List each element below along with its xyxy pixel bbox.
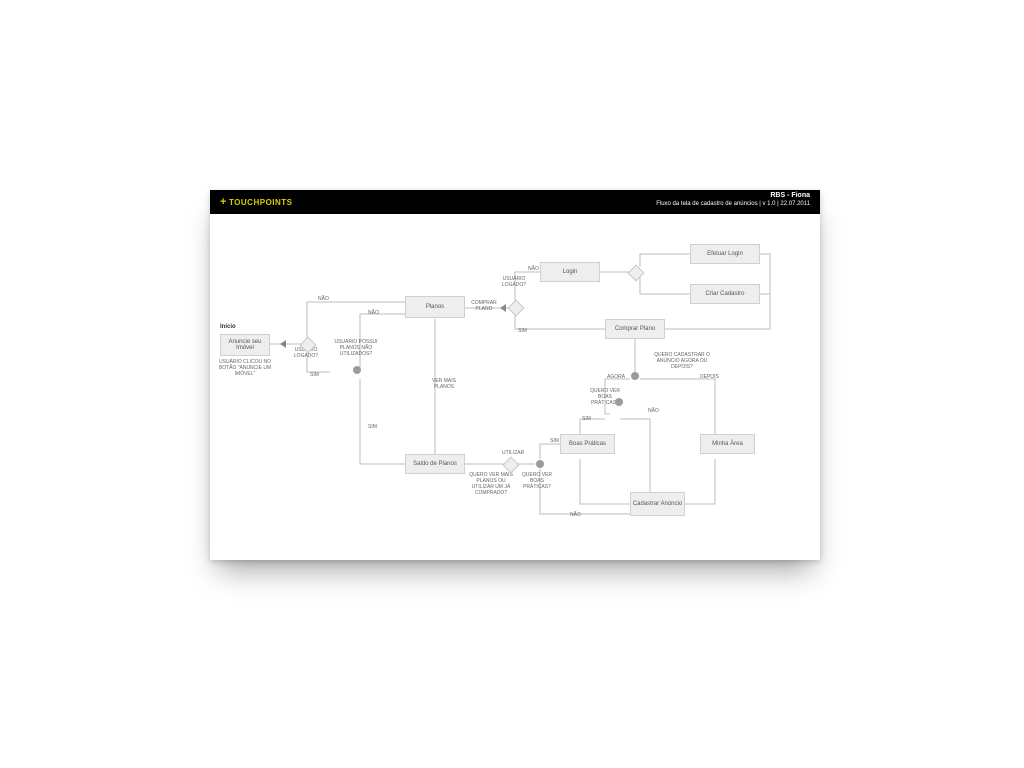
project-title: RBS - Fiona <box>656 192 810 200</box>
label-ver-mais-planos: VER MAIS PLANOS <box>428 378 460 390</box>
label-nao2: NÃO <box>368 310 379 316</box>
node-anuncie-imovel: Anuncie seu Imóvel <box>220 334 270 356</box>
label-sim4: SIM <box>582 416 591 422</box>
node-text: Minha Área <box>712 441 743 447</box>
node-criar-cadastro: Criar Cadastro <box>690 284 760 304</box>
node-text: Boas Práticas <box>569 441 606 447</box>
label-nao5: NÃO <box>570 512 581 518</box>
label-sim: SIM <box>310 372 319 378</box>
label-q-boas2: QUERO VER BOAS PRÁTICAS? <box>520 472 554 490</box>
junction-dot-cadastrar <box>631 372 639 380</box>
node-text: Criar Cadastro <box>705 291 744 297</box>
document-page: + TOUCHPOINTS RBS - Fiona Fluxo da tela … <box>210 190 820 560</box>
node-saldo-planos: Saldo de Planos <box>405 454 465 474</box>
header-meta: RBS - Fiona Fluxo da tela de cadastro de… <box>656 192 810 208</box>
brand-logo: + TOUCHPOINTS <box>220 190 293 214</box>
node-text: Login <box>563 269 578 275</box>
label-depois: DEPOIS <box>700 374 719 380</box>
label-agora: AGORA <box>607 374 625 380</box>
flowchart-diagram: Início Anuncie seu Imóvel USUÁRIO CLICOU… <box>210 214 820 560</box>
junction-dot <box>353 366 361 374</box>
node-text: Comprar Plano <box>615 326 655 332</box>
node-text: Efetuar Login <box>707 251 743 257</box>
label-possui-planos: USUÁRIO POSSUI PLANOS NÃO UTILIZADOS? <box>334 339 378 357</box>
label-nao4: NÃO <box>648 408 659 414</box>
node-text: Saldo de Planos <box>413 461 457 467</box>
node-text: Planos <box>426 304 444 310</box>
node-boas-praticas: Boas Práticas <box>560 434 615 454</box>
label-inicio: Início <box>220 324 236 330</box>
label-nao: NÃO <box>318 296 329 302</box>
node-planos: Planos <box>405 296 465 318</box>
junction-dot-boas1 <box>615 398 623 406</box>
node-minha-area: Minha Área <box>700 434 755 454</box>
connectors <box>210 214 820 560</box>
label-comprar-plano-arrow: COMPRAR PLANO <box>468 300 500 312</box>
project-subtitle: Fluxo da tela de cadastro de anúncios | … <box>656 200 810 208</box>
label-nao3: NÃO <box>528 266 539 272</box>
header-bar: + TOUCHPOINTS RBS - Fiona Fluxo da tela … <box>210 190 820 214</box>
junction-dot-boas2 <box>536 460 544 468</box>
node-login: Login <box>540 262 600 282</box>
plus-icon: + <box>220 196 227 208</box>
node-cadastrar-anuncio: Cadastrar Anúncio <box>630 492 685 516</box>
label-usuario-logado2: USUÁRIO LOGADO? <box>496 276 532 288</box>
label-utilizar: UTILIZAR <box>502 450 524 456</box>
node-comprar-plano: Comprar Plano <box>605 319 665 339</box>
label-sim5: SIM <box>550 438 559 444</box>
node-efetuar-login: Efetuar Login <box>690 244 760 264</box>
label-sim3: SIM <box>518 328 527 334</box>
node-text: Anuncie seu Imóvel <box>221 339 269 351</box>
arrow-icon <box>280 340 286 348</box>
note-anuncie: USUÁRIO CLICOU NO BOTÃO "ANUNCIE UM IMÓV… <box>216 359 274 377</box>
label-sim2: SIM <box>368 424 377 430</box>
node-text: Cadastrar Anúncio <box>633 501 682 507</box>
label-q-ver-mais: QUERO VER MAIS PLANOS OU UTILIZAR UM JÁ … <box>468 472 514 496</box>
label-quero-cadastrar: QUERO CADASTRAR O ANÚNCIO AGORA OU DEPOI… <box>646 352 718 370</box>
arrow-icon <box>500 304 506 312</box>
brand-text: TOUCHPOINTS <box>229 198 293 207</box>
